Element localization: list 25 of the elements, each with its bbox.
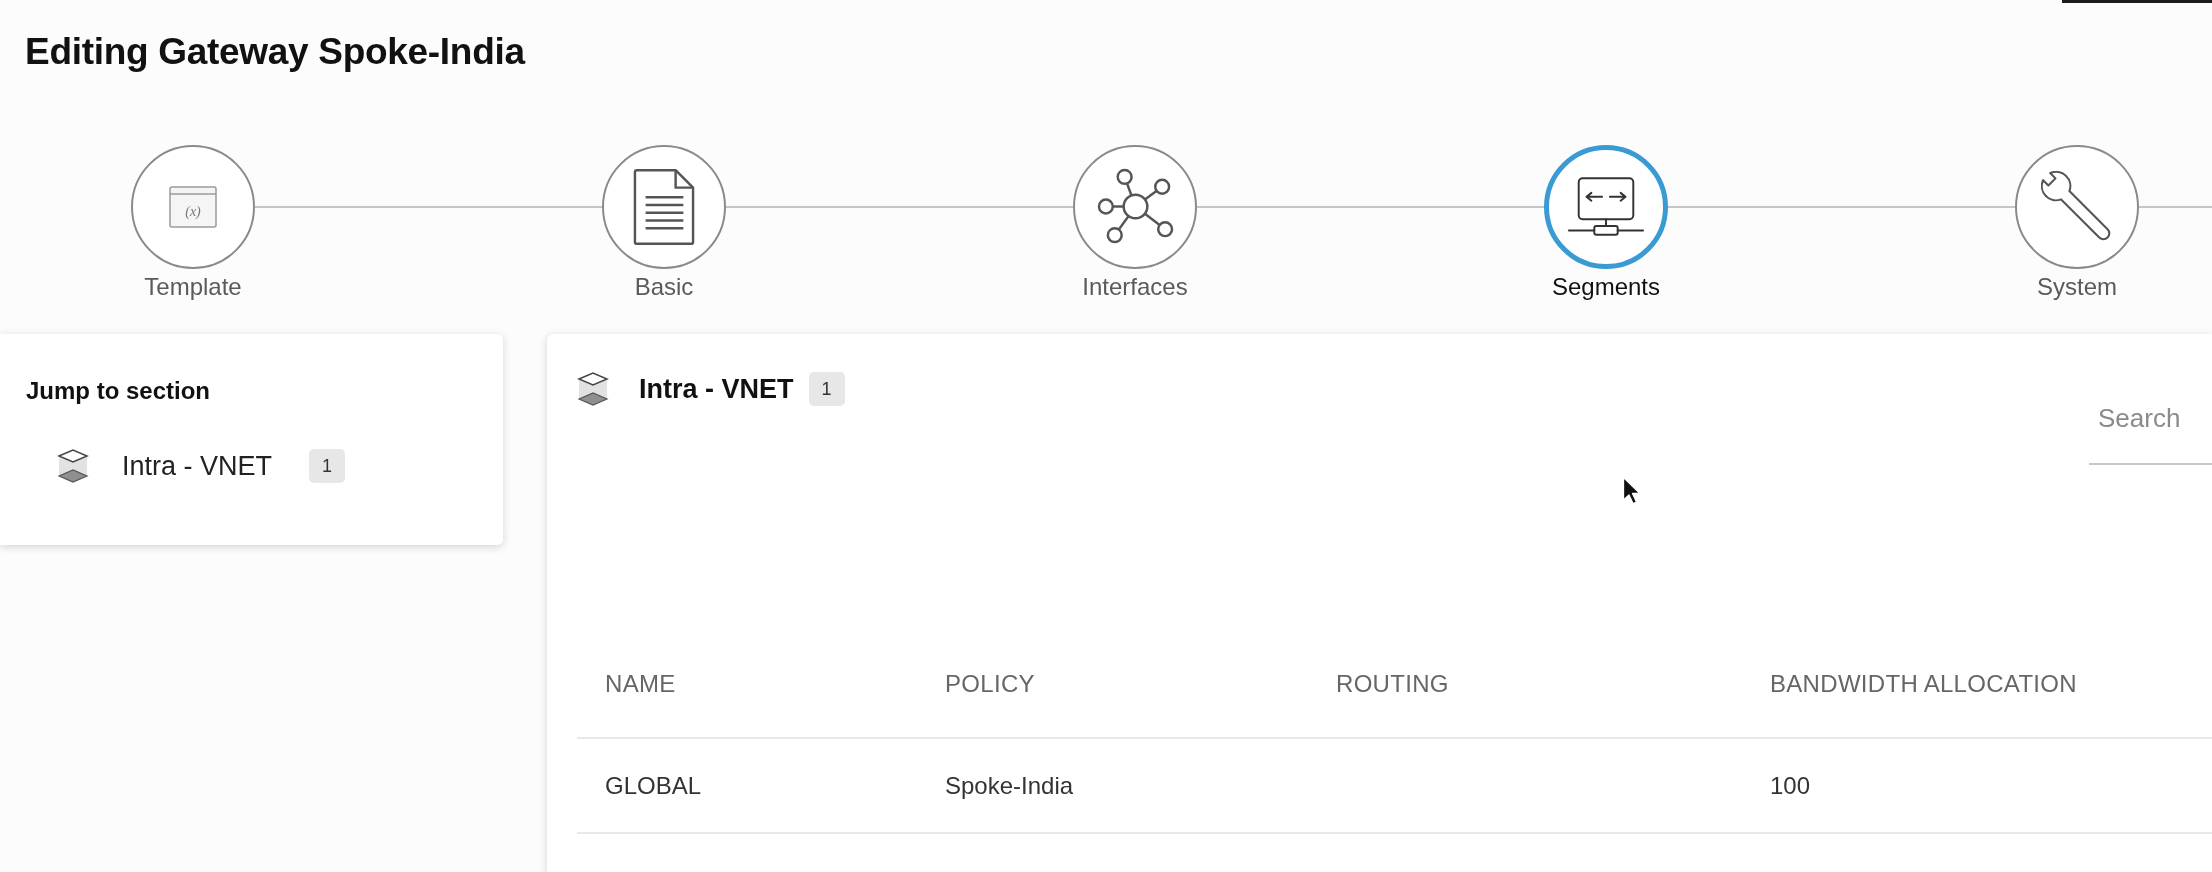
- count-badge: 1: [808, 372, 845, 407]
- search-field[interactable]: Search: [2089, 393, 2212, 466]
- document-icon: [633, 168, 695, 247]
- layers-icon: [577, 371, 609, 408]
- column-header: BANDWIDTH ALLOCATION: [1742, 646, 2212, 739]
- window-icon: [169, 186, 217, 229]
- column-header: POLICY: [917, 646, 1308, 739]
- section-link[interactable]: Intra - VNET 1: [57, 448, 346, 485]
- layers-icon: [57, 448, 89, 485]
- column-header: ROUTING: [1308, 646, 1742, 739]
- column-header: NAME: [577, 646, 917, 739]
- count-badge: 1: [309, 449, 346, 484]
- wizard-step[interactable]: Interfaces: [1073, 145, 1197, 303]
- panel-title: Jump to section: [26, 377, 211, 406]
- page-title: Editing Gateway Spoke-India: [25, 30, 525, 74]
- wizard-step[interactable]: (x) Template: [131, 145, 255, 303]
- section-title: Intra - VNET: [639, 373, 794, 406]
- wizard-step[interactable]: System: [2015, 145, 2139, 303]
- table-cell: Spoke-India: [917, 738, 1308, 834]
- wizard-step[interactable]: Segments: [1544, 145, 1668, 303]
- monitor-icon: [1567, 175, 1645, 239]
- variable-symbol: (x): [185, 204, 201, 220]
- table-cell: 100: [1742, 738, 2212, 834]
- wizard-step[interactable]: Basic: [602, 145, 726, 303]
- table-cell: GLOBAL: [577, 738, 917, 834]
